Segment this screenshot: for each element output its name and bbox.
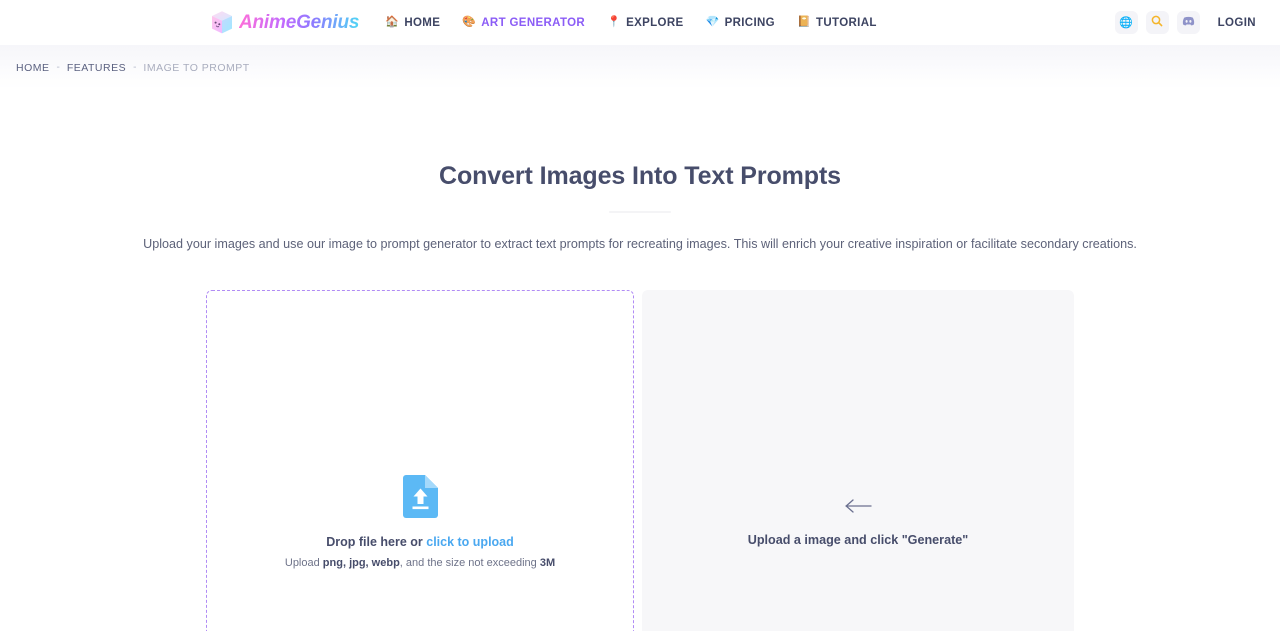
gem-icon: 💎	[705, 16, 720, 28]
click-to-upload-link[interactable]: click to upload	[426, 535, 514, 549]
house-icon: 🏠	[385, 16, 400, 28]
breadcrumb-separator: -	[133, 62, 137, 73]
dropzone-primary-prefix: Drop file here or	[326, 534, 427, 549]
book-icon: 📔	[796, 16, 811, 28]
logo-text: AnimeGenius	[239, 11, 360, 33]
tool-panels: Drop file here or click to upload Upload…	[206, 289, 1074, 631]
file-upload-icon	[402, 474, 438, 518]
dropzone-primary-text: Drop file here or click to upload	[326, 535, 514, 549]
dropzone-hint-text: Upload png, jpg, webp, and the size not …	[285, 557, 555, 569]
arrow-left-icon	[843, 497, 873, 515]
breadcrumb-separator: -	[56, 62, 60, 73]
nav-label-tutorial: TUTORIAL	[816, 16, 877, 29]
result-placeholder: Upload a image and click "Generate"	[747, 497, 969, 547]
location-pin-icon: 📍	[607, 16, 622, 28]
discord-button[interactable]	[1176, 11, 1200, 34]
upload-dropzone[interactable]: Drop file here or click to upload Upload…	[206, 289, 634, 631]
nav-item-explore[interactable]: 📍 EXPLORE	[607, 17, 683, 29]
main-nav: 🏠 HOME 🎨 ART GENERATOR 📍 EXPLORE 💎 PRICI…	[385, 17, 876, 29]
nav-label-art-generator: ART GENERATOR	[481, 16, 586, 29]
upload-dropzone-content: Drop file here or click to upload Upload…	[285, 474, 555, 569]
hint-max-size: 3M	[539, 556, 556, 569]
site-header: AnimeGenius 🏠 HOME 🎨 ART GENERATOR 📍 EXP…	[0, 0, 1280, 45]
logo[interactable]: AnimeGenius	[210, 10, 359, 35]
result-placeholder-text: Upload a image and click "Generate"	[747, 532, 969, 547]
language-button[interactable]: 🌐	[1114, 11, 1138, 34]
breadcrumb-item-features[interactable]: FEATURES	[67, 62, 126, 74]
main-content: Convert Images Into Text Prompts Upload …	[0, 90, 1280, 631]
hint-formats: png, jpg, webp	[322, 556, 400, 569]
search-icon	[1151, 15, 1163, 30]
title-divider	[609, 211, 671, 213]
breadcrumb-item-home[interactable]: HOME	[16, 62, 50, 74]
art-generator-icon: 🎨	[462, 16, 477, 28]
nav-item-art-generator[interactable]: 🎨 ART GENERATOR	[462, 17, 585, 29]
page-subtitle: Upload your images and use our image to …	[143, 237, 1137, 251]
hint-middle: , and the size not exceeding	[399, 556, 540, 569]
nav-item-home[interactable]: 🏠 HOME	[385, 17, 440, 29]
nav-label-home: HOME	[404, 16, 441, 29]
cube-face-logo-icon	[210, 10, 234, 35]
nav-label-explore: EXPLORE	[626, 16, 684, 29]
page-title: Convert Images Into Text Prompts	[439, 162, 841, 190]
globe-language-icon: 🌐	[1119, 17, 1133, 29]
result-panel: Upload a image and click "Generate"	[642, 289, 1074, 631]
login-button[interactable]: LOGIN	[1218, 17, 1256, 29]
nav-label-pricing: PRICING	[724, 16, 775, 29]
hint-prefix: Upload	[284, 556, 323, 569]
search-button[interactable]	[1145, 11, 1169, 34]
discord-icon	[1182, 16, 1195, 29]
breadcrumb: HOME - FEATURES - IMAGE TO PROMPT	[0, 45, 1280, 90]
nav-item-tutorial[interactable]: 📔 TUTORIAL	[797, 17, 877, 29]
header-actions: 🌐 LOGIN	[1114, 11, 1256, 34]
breadcrumb-item-current: IMAGE TO PROMPT	[143, 61, 250, 74]
nav-item-pricing[interactable]: 💎 PRICING	[706, 17, 775, 29]
